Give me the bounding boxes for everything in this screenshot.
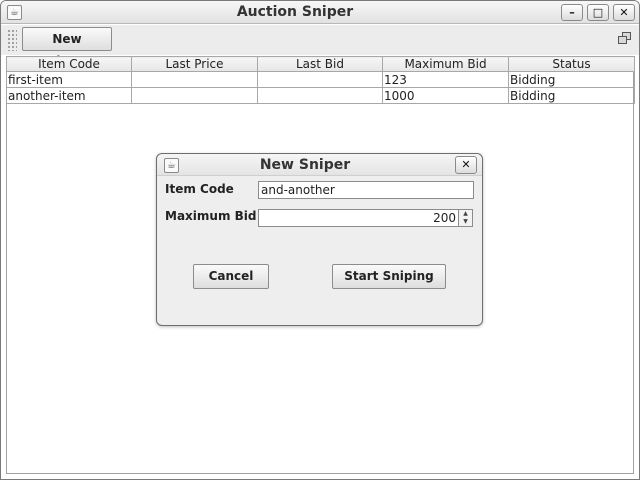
minimize-button[interactable]: – bbox=[561, 4, 583, 21]
cell-last-price[interactable] bbox=[131, 71, 258, 88]
dialog-title-bar[interactable]: ☕ New Sniper ✕ bbox=[157, 154, 482, 176]
cell-item-code[interactable]: another-item bbox=[6, 87, 132, 104]
toolbar-grip-icon[interactable] bbox=[7, 29, 17, 51]
cell-last-price[interactable] bbox=[131, 87, 258, 104]
table-header-row: Item Code Last Price Last Bid Maximum Bi… bbox=[6, 56, 635, 72]
new-sniper-button[interactable]: New Sniper... bbox=[22, 27, 112, 68]
cell-maximum-bid[interactable]: 123 bbox=[382, 71, 509, 88]
cell-maximum-bid[interactable]: 1000 bbox=[382, 87, 509, 104]
cell-last-bid[interactable] bbox=[257, 87, 383, 104]
maximum-bid-label: Maximum Bid bbox=[165, 209, 257, 223]
spinner-up-icon[interactable]: ▲ bbox=[459, 210, 472, 218]
cell-status[interactable]: Bidding bbox=[508, 87, 635, 104]
dialog-close-button[interactable]: ✕ bbox=[455, 156, 477, 174]
item-code-input[interactable] bbox=[258, 181, 474, 199]
maximum-bid-input[interactable] bbox=[258, 209, 459, 227]
title-bar[interactable]: ☕ Auction Sniper – □ ✕ bbox=[1, 1, 639, 24]
cell-item-code[interactable]: first-item bbox=[6, 71, 132, 88]
cancel-button[interactable]: Cancel bbox=[193, 264, 269, 289]
new-sniper-dialog: ☕ New Sniper ✕ Item Code Maximum Bid ▲ ▼… bbox=[156, 153, 483, 326]
column-header-status[interactable]: Status bbox=[508, 56, 635, 72]
start-sniping-button[interactable]: Start Sniping bbox=[332, 264, 446, 289]
windows-icon[interactable] bbox=[618, 32, 632, 46]
cell-last-bid[interactable] bbox=[257, 71, 383, 88]
table-row[interactable]: another-item 1000 Bidding bbox=[6, 87, 635, 104]
window-title: Auction Sniper bbox=[236, 4, 354, 20]
spinner-down-icon[interactable]: ▼ bbox=[459, 218, 472, 226]
cell-status[interactable]: Bidding bbox=[508, 71, 635, 88]
column-header-last-bid[interactable]: Last Bid bbox=[257, 56, 383, 72]
column-header-item-code[interactable]: Item Code bbox=[6, 56, 132, 72]
dialog-title: New Sniper bbox=[259, 157, 351, 173]
maximize-button[interactable]: □ bbox=[587, 4, 609, 21]
table-row[interactable]: first-item 123 Bidding bbox=[6, 71, 635, 88]
column-header-last-price[interactable]: Last Price bbox=[131, 56, 258, 72]
close-button[interactable]: ✕ bbox=[613, 4, 635, 21]
column-header-maximum-bid[interactable]: Maximum Bid bbox=[382, 56, 509, 72]
item-code-label: Item Code bbox=[165, 182, 234, 196]
maximum-bid-spinner: ▲ ▼ bbox=[458, 209, 473, 227]
toolbar: New Sniper... bbox=[1, 25, 639, 68]
